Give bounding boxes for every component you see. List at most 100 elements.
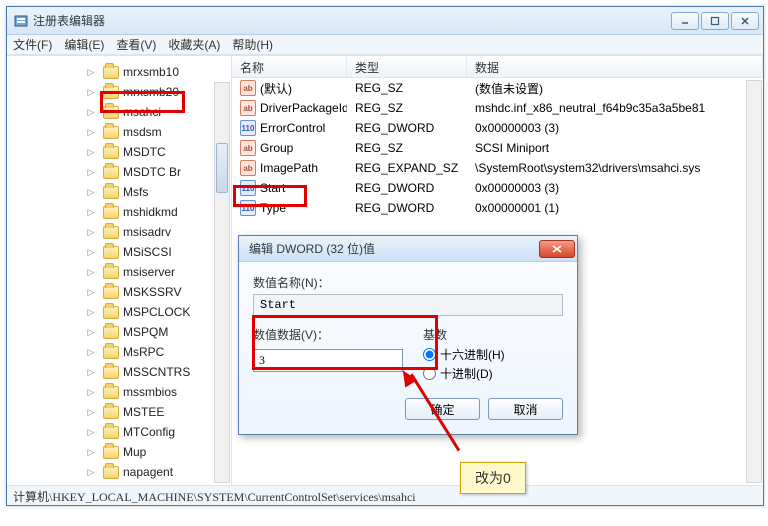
expander-icon[interactable]: ▷ xyxy=(85,446,97,458)
table-row[interactable]: 110ErrorControlREG_DWORD0x00000003 (3) xyxy=(232,118,763,138)
value-data: 0x00000001 (1) xyxy=(467,201,763,215)
tree-item[interactable]: ▷ Msfs xyxy=(7,182,231,202)
expander-icon[interactable]: ▷ xyxy=(85,146,97,158)
folder-icon xyxy=(103,106,119,119)
tree-item[interactable]: ▷napagent xyxy=(7,462,231,482)
menu-help[interactable]: 帮助(H) xyxy=(232,36,273,53)
expander-icon[interactable]: ▷ xyxy=(85,406,97,418)
tree-item[interactable]: ▷MSSCNTRS xyxy=(7,362,231,382)
string-icon: ab xyxy=(240,140,256,156)
ok-button[interactable]: 确定 xyxy=(405,398,480,420)
tree-item[interactable]: ▷ msisadrv xyxy=(7,222,231,242)
tree-item[interactable]: ▷Mup xyxy=(7,442,231,462)
expander-icon[interactable]: ▷ xyxy=(85,206,97,218)
expander-icon[interactable]: ▷ xyxy=(85,426,97,438)
folder-icon xyxy=(103,66,119,79)
base-label: 基数 xyxy=(423,326,505,343)
expander-icon[interactable]: ▷ xyxy=(85,126,97,138)
expander-icon[interactable]: ▷ xyxy=(85,326,97,338)
expander-icon[interactable]: ▷ xyxy=(85,66,97,78)
tree-item[interactable]: ▷MSPQM xyxy=(7,322,231,342)
value-name: Group xyxy=(260,141,293,155)
expander-icon[interactable]: ▷ xyxy=(85,386,97,398)
expander-icon[interactable]: ▷ xyxy=(85,306,97,318)
table-row[interactable]: abImagePathREG_EXPAND_SZ\SystemRoot\syst… xyxy=(232,158,763,178)
expander-icon[interactable]: ▷ xyxy=(85,246,97,258)
tree-item[interactable]: ▷MSDTC Br xyxy=(7,162,231,182)
tree-item-label: msahci xyxy=(123,105,161,119)
tree-item-label: mshidkmd xyxy=(123,205,178,219)
tree-scrollbar[interactable] xyxy=(214,82,230,483)
radio-hex[interactable]: 十六进制(H) xyxy=(423,346,505,363)
value-type: REG_SZ xyxy=(347,141,467,155)
minimize-button[interactable] xyxy=(671,12,699,30)
dialog-close-button[interactable] xyxy=(539,240,575,258)
menu-file[interactable]: 文件(F) xyxy=(13,36,52,53)
list-scrollbar[interactable] xyxy=(746,80,762,483)
tree-item-label: msisadrv xyxy=(123,225,171,239)
tree-item[interactable]: ▷ msahci xyxy=(7,102,231,122)
tree-item-label: msiserver xyxy=(123,265,175,279)
tree-pane[interactable]: ▷mrxsmb10▷mrxsmb20▷msahci▷msdsm▷MSDTC▷MS… xyxy=(7,56,232,485)
tree-item-label: MSDTC xyxy=(123,145,166,159)
folder-icon xyxy=(103,406,119,419)
value-type: REG_DWORD xyxy=(347,121,467,135)
tree-item[interactable]: ▷mssmbios xyxy=(7,382,231,402)
value-type: REG_SZ xyxy=(347,81,467,95)
tree-item[interactable]: ▷msdsm xyxy=(7,122,231,142)
tree-item[interactable]: ▷ MSTEE xyxy=(7,402,231,422)
tree-item[interactable]: ▷MTConfig xyxy=(7,422,231,442)
folder-icon xyxy=(103,146,119,159)
menu-edit[interactable]: 编辑(E) xyxy=(64,36,104,53)
tree-item-label: mrxsmb10 xyxy=(123,65,179,79)
radio-hex-input[interactable] xyxy=(423,348,436,361)
tree-item[interactable]: ▷MSKSSRV xyxy=(7,282,231,302)
table-row[interactable]: 110TypeREG_DWORD0x00000001 (1) xyxy=(232,198,763,218)
maximize-button[interactable] xyxy=(701,12,729,30)
folder-icon xyxy=(103,246,119,259)
tree-item[interactable]: ▷ msiserver xyxy=(7,262,231,282)
value-name: DriverPackageId xyxy=(260,101,347,115)
tree-item[interactable]: ▷MSiSCSI xyxy=(7,242,231,262)
tree-item-label: Msfs xyxy=(123,185,148,199)
expander-icon[interactable]: ▷ xyxy=(85,186,97,198)
value-data-input[interactable] xyxy=(253,349,403,372)
cancel-button[interactable]: 取消 xyxy=(488,398,563,420)
expander-icon[interactable]: ▷ xyxy=(85,166,97,178)
expander-icon[interactable]: ▷ xyxy=(85,266,97,278)
dialog-titlebar: 编辑 DWORD (32 位)值 xyxy=(239,236,577,262)
column-data[interactable]: 数据 xyxy=(467,56,763,77)
folder-icon xyxy=(103,346,119,359)
window-title: 注册表编辑器 xyxy=(33,12,671,29)
tree-item[interactable]: ▷ mrxsmb10 xyxy=(7,62,231,82)
radio-dec-input[interactable] xyxy=(423,367,436,380)
menu-view[interactable]: 查看(V) xyxy=(116,36,156,53)
expander-icon[interactable]: ▷ xyxy=(85,106,97,118)
tree-item[interactable]: ▷MSPCLOCK xyxy=(7,302,231,322)
table-row[interactable]: 110StartREG_DWORD0x00000003 (3) xyxy=(232,178,763,198)
tree-item[interactable]: ▷ mshidkmd xyxy=(7,202,231,222)
tree-item-label: MSTEE xyxy=(123,405,164,419)
radio-dec[interactable]: 十进制(D) xyxy=(423,365,505,382)
expander-icon[interactable]: ▷ xyxy=(85,286,97,298)
menu-favorites[interactable]: 收藏夹(A) xyxy=(168,36,220,53)
tree-item[interactable]: ▷ mrxsmb20 xyxy=(7,82,231,102)
tree-item[interactable]: ▷MsRPC xyxy=(7,342,231,362)
menubar: 文件(F) 编辑(E) 查看(V) 收藏夹(A) 帮助(H) xyxy=(7,35,763,55)
expander-icon[interactable]: ▷ xyxy=(85,466,97,478)
expander-icon[interactable]: ▷ xyxy=(85,226,97,238)
tree-item[interactable]: ▷ MSDTC xyxy=(7,142,231,162)
expander-icon[interactable]: ▷ xyxy=(85,366,97,378)
expander-icon[interactable]: ▷ xyxy=(85,346,97,358)
close-button[interactable] xyxy=(731,12,759,30)
expander-icon[interactable]: ▷ xyxy=(85,86,97,98)
value-name: ImagePath xyxy=(260,161,318,175)
table-row[interactable]: abGroupREG_SZSCSI Miniport xyxy=(232,138,763,158)
table-row[interactable]: ab(默认)REG_SZ(数值未设置) xyxy=(232,78,763,98)
scrollbar-thumb[interactable] xyxy=(216,143,228,193)
tree-item-label: mrxsmb20 xyxy=(123,85,179,99)
table-row[interactable]: abDriverPackageIdREG_SZmshdc.inf_x86_neu… xyxy=(232,98,763,118)
column-name[interactable]: 名称 xyxy=(232,56,347,77)
column-type[interactable]: 类型 xyxy=(347,56,467,77)
folder-icon xyxy=(103,186,119,199)
